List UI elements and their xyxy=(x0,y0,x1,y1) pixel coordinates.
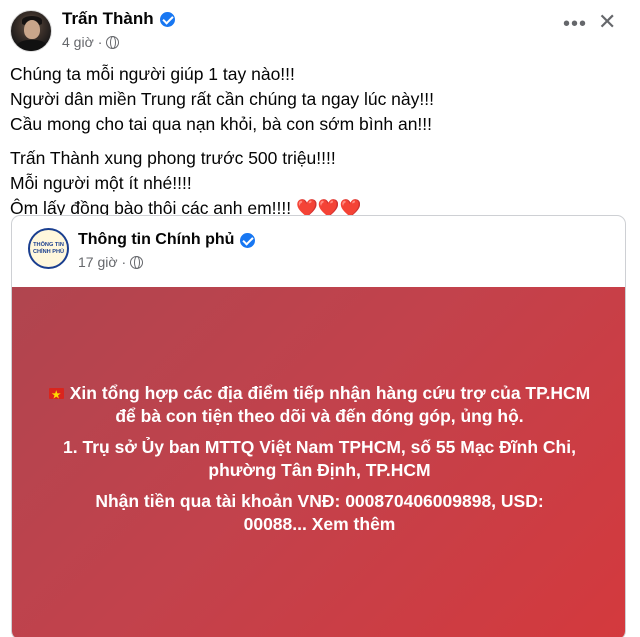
shared-post-time[interactable]: 17 giờ xyxy=(78,254,118,270)
verified-badge-icon xyxy=(159,11,175,27)
page-name[interactable]: Thông tin Chính phủ xyxy=(78,231,234,249)
banner-line: 00088... xyxy=(243,514,307,534)
globe-icon xyxy=(106,35,120,49)
banner-intro: Xin tổng hợp các địa điểm tiếp nhận hàng… xyxy=(12,382,625,428)
author-name-row: Trấn Thành xyxy=(62,9,175,29)
verified-badge-icon xyxy=(240,232,256,248)
vietnam-flag-icon xyxy=(48,384,64,407)
banner-line: để bà con tiện theo dõi và đến đóng góp,… xyxy=(115,406,524,426)
banner-line: Xin tổng hợp các địa điểm tiếp nhận hàng… xyxy=(69,383,591,403)
banner-line: phường Tân Định, TP.HCM xyxy=(208,460,431,480)
post-meta: 4 giờ · xyxy=(62,34,120,50)
page-avatar-logo-line: CHÍNH PHỦ xyxy=(32,248,65,255)
post-time[interactable]: 4 giờ xyxy=(62,34,94,50)
post-line: Người dân miền Trung rất cần chúng ta ng… xyxy=(10,89,434,109)
banner-address: 1. Trụ sở Ủy ban MTTQ Việt Nam TPHCM, số… xyxy=(12,436,625,482)
author-name[interactable]: Trấn Thành xyxy=(62,9,154,29)
page-name-row: Thông tin Chính phủ xyxy=(78,231,256,249)
post-line: Cầu mong cho tai qua nạn khỏi, bà con sớ… xyxy=(10,114,433,134)
page-avatar[interactable]: THÔNG TIN CHÍNH PHỦ xyxy=(28,228,69,269)
more-options-icon[interactable]: ••• xyxy=(563,14,587,34)
see-more-link[interactable]: Xem thêm xyxy=(312,514,396,534)
banner-text: Xin tổng hợp các địa điểm tiếp nhận hàng… xyxy=(12,382,625,544)
text-banner[interactable]: Xin tổng hợp các địa điểm tiếp nhận hàng… xyxy=(12,287,625,637)
post-line: Mỗi người một ít nhé!!!! xyxy=(10,173,192,193)
post-line: Trấn Thành xung phong trước 500 triệu!!!… xyxy=(10,148,336,168)
post-text: Chúng ta mỗi người giúp 1 tay nào!!! Ngư… xyxy=(10,62,630,221)
banner-line: Nhận tiền qua tài khoản VNĐ: 00087040600… xyxy=(95,491,544,511)
post-line: Chúng ta mỗi người giúp 1 tay nào!!! xyxy=(10,64,295,84)
globe-icon xyxy=(130,255,144,269)
banner-account: Nhận tiền qua tài khoản VNĐ: 00087040600… xyxy=(12,490,625,536)
banner-line: 1. Trụ sở Ủy ban MTTQ Việt Nam TPHCM, số… xyxy=(63,437,576,457)
page-meta: 17 giờ · xyxy=(78,254,144,270)
close-icon[interactable]: ✕ xyxy=(598,9,616,35)
post-header: Trấn Thành 4 giờ · ••• ✕ xyxy=(0,0,640,60)
shared-post-card[interactable]: THÔNG TIN CHÍNH PHỦ Thông tin Chính phủ … xyxy=(11,215,626,637)
page-avatar-logo-line: THÔNG TIN xyxy=(33,241,64,248)
author-avatar[interactable] xyxy=(10,10,52,52)
